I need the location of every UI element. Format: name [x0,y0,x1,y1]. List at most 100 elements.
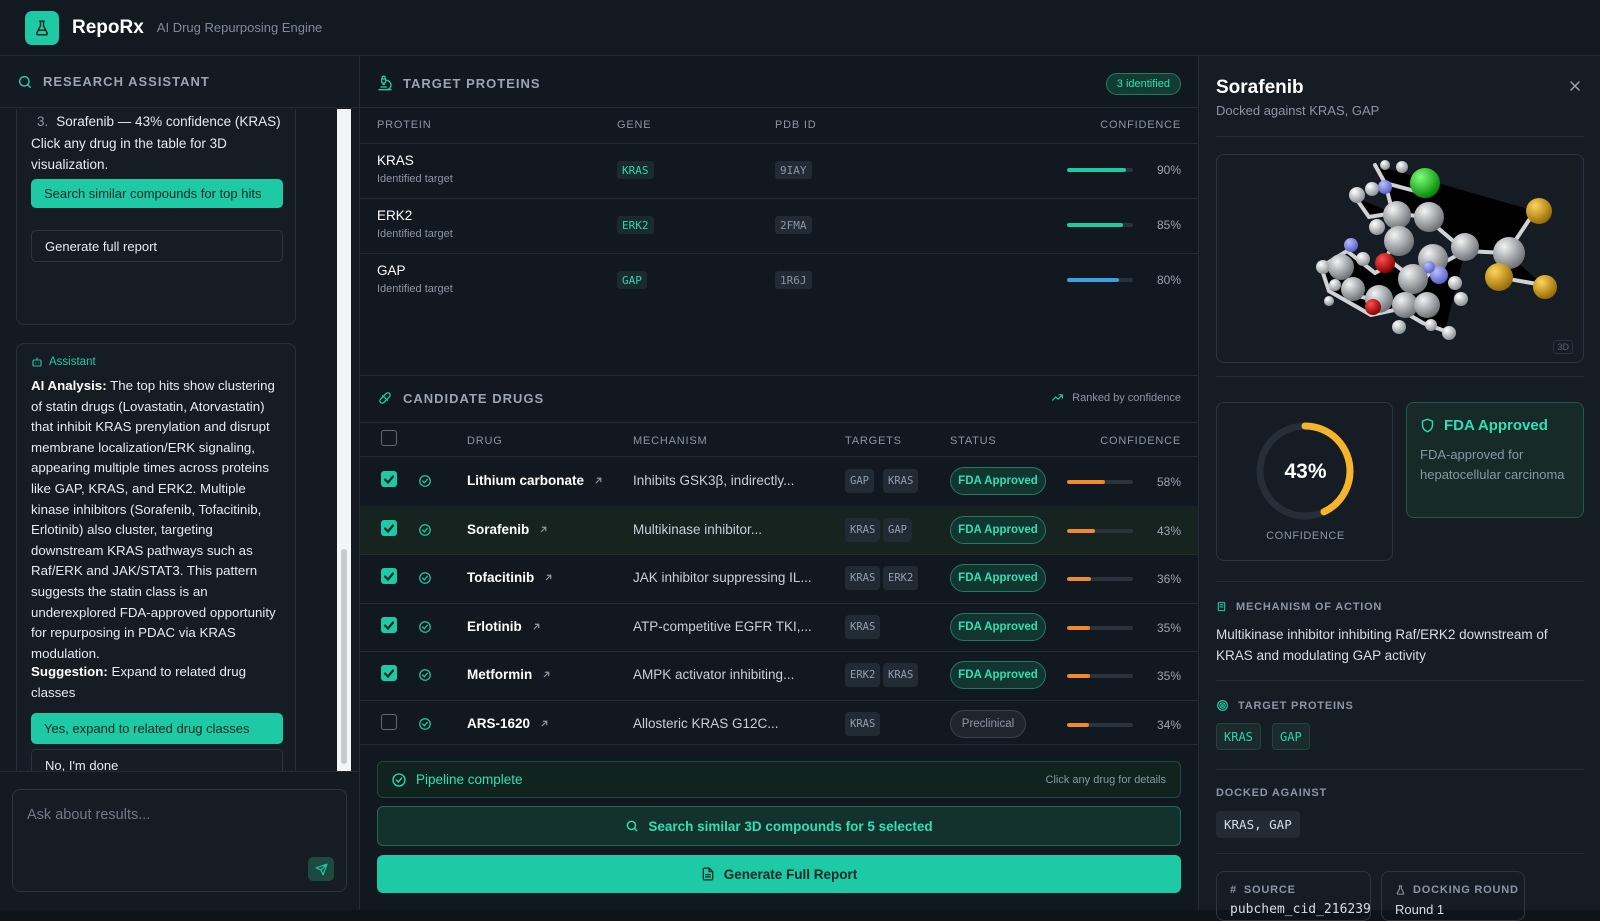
pdb-id-tag: 9IAY [775,161,812,179]
protein-name: ERK2 [377,208,413,223]
drug-row[interactable]: Metformin AMPK activator inhibiting... E… [360,651,1198,700]
ranked-note: Ranked by confidence [1051,391,1181,404]
divider [360,422,1198,423]
target-tag[interactable]: GAP [1272,723,1310,750]
row-checkbox[interactable] [381,568,397,585]
gene-tag: KRAS [617,161,654,179]
drug-row[interactable]: Erlotinib ATP-competitive EGFR TKI,... K… [360,603,1198,652]
chat-history[interactable]: 3. Sorafenib — 43% confidence (KRAS) Clic… [0,109,360,771]
close-icon[interactable] [1567,78,1583,94]
protein-row[interactable]: ERK2 Identified target ERK2 2FMA 85% [360,198,1198,253]
approval-status-card: FDA Approved FDA-approved for hepatocell… [1406,402,1584,518]
generate-full-report-button[interactable]: Generate full report [31,230,283,262]
check-circle-icon [419,669,431,682]
check-circle-icon [419,620,431,633]
drug-name-link[interactable]: Erlotinib [467,619,541,634]
gene-tag: ERK2 [617,216,654,234]
search-icon [18,75,32,88]
external-link-icon[interactable] [532,622,541,631]
row-checkbox[interactable] [381,714,397,730]
drug-row[interactable]: Lithium carbonate Inhibits GSK3β, indire… [360,457,1198,506]
research-assistant-panel: RESEARCH ASSISTANT 3. Sorafenib — 43% con… [0,56,360,910]
scrollbar-thumb[interactable] [341,549,347,764]
confidence-value: 34% [1156,718,1181,732]
protein-name: KRAS [377,153,414,168]
divider [1216,581,1584,582]
column-header: GENE [617,119,652,131]
pdb-id-tag: 1R6J [775,271,812,289]
target-tag: KRAS [883,663,919,688]
viewer-3d-badge: 3D [1553,340,1573,354]
target-tag: ERK2 [883,566,919,591]
expand-drug-classes-button[interactable]: Yes, expand to related drug classes [31,713,283,744]
external-link-icon[interactable] [540,719,549,728]
drug-row[interactable]: Tofacitinib JAK inhibitor suppressing IL… [360,554,1198,603]
target-tag: KRAS [845,614,881,639]
check-circle-icon [419,718,431,730]
assistant-message-card: Assistant AI Analysis: The top hits show… [16,343,296,771]
row-checkbox[interactable] [381,616,397,633]
drug-subtitle: Docked against KRAS, GAP [1216,103,1380,118]
select-all-checkbox[interactable] [381,430,397,446]
column-header: DRUG [467,435,503,447]
external-link-icon[interactable] [594,476,603,485]
drug-name-link[interactable]: Lithium carbonate [467,473,603,488]
confidence-bar [1067,625,1133,630]
chat-scrollbar[interactable] [337,109,351,771]
protein-row[interactable]: GAP Identified target GAP 1R6J 80% [360,253,1198,308]
mechanism-text: Allosteric KRAS G12C... [633,716,779,731]
target-tag[interactable]: KRAS [1216,723,1261,750]
done-button[interactable]: No, I'm done [31,749,283,771]
row-checkbox[interactable] [381,471,397,487]
document-icon [702,867,714,881]
confidence-value: 80% [1156,273,1181,287]
drug-name-link[interactable]: ARS-1620 [467,716,549,731]
divider [1216,136,1584,137]
external-link-icon[interactable] [539,525,548,534]
app-tagline: AI Drug Repurposing Engine [156,20,323,35]
mechanism-text: Multikinase inhibitor... [633,521,763,537]
docked-against-value: KRAS, GAP [1216,811,1300,838]
drug-row[interactable]: Sorafenib Multikinase inhibitor... KRAS G… [360,505,1198,555]
drug-row[interactable]: ARS-1620 Allosteric KRAS G12C... KRAS Pr… [360,700,1198,749]
hash-icon: # [1230,884,1237,896]
confidence-value: 36% [1156,572,1181,587]
drug-name-link[interactable]: Sorafenib [467,522,548,537]
target-proteins-header: TARGET PROTEINS [377,75,541,91]
drug-title: Sorafenib [1216,77,1304,98]
drug-name-link[interactable]: Metformin [467,667,551,682]
shield-icon [1421,418,1434,433]
microscope-icon [378,75,392,91]
target-icon [1217,700,1228,711]
molecule-3d-viewer[interactable]: 3D [1216,154,1584,363]
confidence-bar [1067,577,1133,582]
confidence-bar [1067,223,1133,227]
pdb-id-tag: 2FMA [775,216,812,234]
drug-name-link[interactable]: Tofacitinib [467,570,553,585]
flask-icon [1396,885,1405,895]
confidence-value: 35% [1156,620,1181,635]
row-checkbox[interactable] [381,665,397,682]
search-3d-compounds-button[interactable]: Search similar 3D compounds for 5 select… [377,806,1181,846]
protein-row[interactable]: KRAS Identified target KRAS 9IAY 90% [360,143,1198,198]
status-badge: FDA Approved [950,564,1046,593]
app-name[interactable]: RepoRx [72,17,144,39]
pill-icon [379,392,391,404]
docking-round-card: DOCKING ROUND Round 1 [1381,871,1525,921]
row-checkbox[interactable] [381,519,397,536]
flask-icon[interactable] [25,10,59,45]
external-link-icon[interactable] [544,573,553,582]
send-button[interactable] [308,857,334,881]
divider [1216,376,1584,377]
search-similar-compounds-button[interactable]: Search similar compounds for top hits [31,179,283,208]
external-link-icon[interactable] [542,670,551,679]
ai-analysis-text: AI Analysis: The top hits show clusterin… [31,378,276,661]
target-tag: GAP [845,469,874,493]
molecule-structure[interactable] [1217,155,1584,363]
generate-report-button[interactable]: Generate Full Report [377,855,1181,893]
confidence-caption: CONFIDENCE [1266,530,1345,542]
suggestion-text: Suggestion: Expand to related drug class… [31,664,247,700]
target-proteins-detail-header: TARGET PROTEINS [1216,699,1354,712]
chat-input[interactable]: Ask about results... [12,789,347,892]
divider [1216,680,1584,681]
